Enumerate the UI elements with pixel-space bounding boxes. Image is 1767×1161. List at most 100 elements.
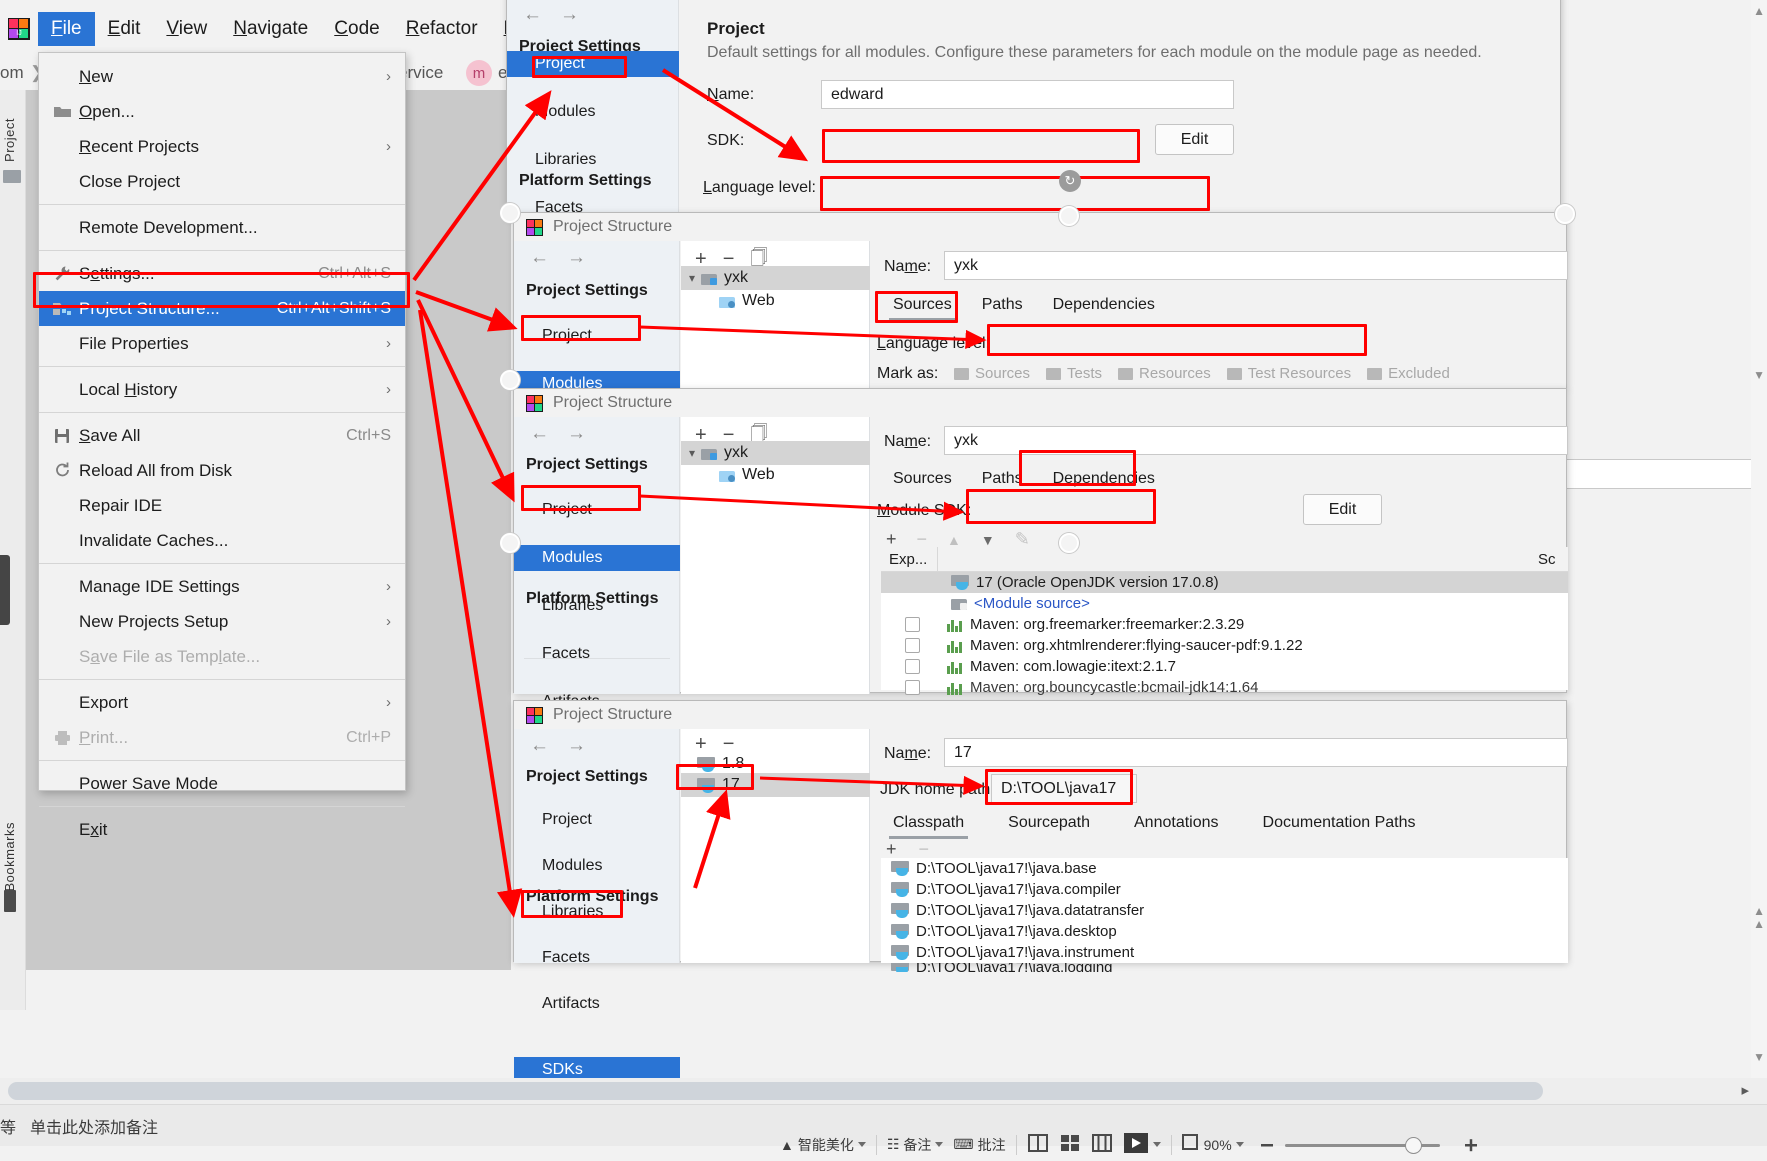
menu-item-reload-all-from-disk[interactable]: Reload All from Disk [39, 453, 405, 488]
menu-item-manage-ide-settings[interactable]: Manage IDE Settings › [39, 569, 405, 604]
menubar-item-refactor[interactable]: Refactor [393, 12, 491, 47]
tree-node-yxk[interactable]: ▾ yxk [681, 441, 870, 465]
sdk-name-input[interactable]: 17 [944, 738, 1568, 767]
menu-item-project-structure[interactable]: Project Structure... Ctrl+Alt+Shift+S [39, 291, 405, 326]
list-item[interactable]: D:\TOOL\java17!\java.desktop [881, 921, 1568, 942]
tab-documentation-paths[interactable]: Documentation Paths [1259, 811, 1420, 839]
resize-handle[interactable] [500, 533, 520, 553]
table-row[interactable]: <Module source> [881, 593, 1568, 614]
menu-item-save-all[interactable]: Save All Ctrl+S [39, 418, 405, 453]
tab-paths[interactable]: Paths [978, 467, 1027, 495]
note-button[interactable]: ☷ 备注 [887, 1135, 944, 1155]
menubar-item-edit[interactable]: Edit [95, 12, 154, 47]
tab-classpath[interactable]: Classpath [889, 811, 969, 839]
forward-arrow-icon[interactable]: → [567, 735, 586, 757]
menu-item-new-projects-setup[interactable]: New Projects Setup › [39, 604, 405, 639]
tab-sources[interactable]: Sources [889, 467, 956, 495]
menu-item-remote-development[interactable]: Remote Development... [39, 210, 405, 245]
table-row[interactable]: Maven: org.xhtmlrenderer:flying-saucer-p… [881, 635, 1568, 656]
sidebar-item-facets[interactable]: Facets [514, 945, 680, 971]
mark-as-sources[interactable]: Sources [954, 365, 1030, 382]
scroll-right-icon[interactable]: ▸ [1741, 1081, 1749, 1099]
list-item[interactable]: D:\TOOL\java17!\java.datatransfer [881, 900, 1568, 921]
resize-handle[interactable] [1555, 204, 1575, 224]
jdk-home-path-input[interactable]: D:\TOOL\java17 [991, 774, 1137, 803]
chevron-down-icon[interactable]: ▾ [689, 271, 695, 285]
menu-item-repair-ide[interactable]: Repair IDE [39, 488, 405, 523]
menu-item-settings[interactable]: Settings... Ctrl+Alt+S [39, 256, 405, 291]
menubar-item-file[interactable]: File [38, 11, 95, 47]
page-double-button[interactable] [1091, 1133, 1113, 1156]
tab-sources[interactable]: Sources [889, 293, 956, 321]
menu-item-open[interactable]: Open... [39, 94, 405, 129]
menubar-item-view[interactable]: View [153, 12, 220, 47]
resize-handle[interactable] [500, 203, 520, 223]
tool-window-bookmarks[interactable]: Bookmarks [2, 822, 17, 952]
menu-item-export[interactable]: Export › [39, 685, 405, 720]
page-grid-button[interactable] [1059, 1133, 1081, 1156]
module-sdk-edit-button[interactable]: Edit [1303, 494, 1382, 525]
dependency-export-checkbox[interactable] [905, 659, 920, 674]
mark-as-tests[interactable]: Tests [1046, 365, 1102, 382]
dependency-export-checkbox[interactable] [905, 617, 920, 632]
scroll-up-icon[interactable]: ▲ [1753, 4, 1765, 18]
horizontal-scrollbar-thumb[interactable] [8, 1082, 1543, 1100]
sidebar-item-facets[interactable]: Facets [514, 641, 680, 667]
sidebar-item-project[interactable]: Project [514, 497, 680, 523]
list-item[interactable]: D:\TOOL\java17!\java.compiler [881, 879, 1568, 900]
mark-as-resources[interactable]: Resources [1118, 365, 1211, 382]
back-arrow-icon[interactable]: ← [530, 423, 549, 445]
resize-handle[interactable] [1059, 533, 1079, 553]
breadcrumb-left[interactable]: om [0, 63, 24, 83]
sdk-tree-item-17[interactable]: 17 [681, 773, 870, 797]
menubar-item-navigate[interactable]: Navigate [220, 12, 321, 47]
dependency-export-checkbox[interactable] [905, 680, 920, 695]
menu-item-file-properties[interactable]: File Properties › [39, 326, 405, 361]
tab-dependencies[interactable]: Dependencies [1049, 293, 1159, 321]
zoom-slider-thumb[interactable] [1405, 1137, 1422, 1154]
play-button[interactable] [1123, 1132, 1161, 1157]
tab-annotations[interactable]: Annotations [1130, 811, 1223, 839]
forward-arrow-icon[interactable]: → [567, 247, 586, 269]
tree-node-yxk[interactable]: ▾ yxk [681, 266, 870, 290]
page-single-button[interactable] [1027, 1133, 1049, 1156]
sidebar-item-project[interactable]: Project [514, 807, 680, 833]
scroll-thumb-left[interactable] [0, 555, 10, 625]
menu-item-close-project[interactable]: Close Project [39, 164, 405, 199]
back-arrow-icon[interactable]: ← [530, 735, 549, 757]
annotate-button[interactable]: ⌨ 批注 [953, 1135, 1005, 1155]
scroll-down-icon[interactable]: ▼ [1753, 1050, 1765, 1064]
tab-paths[interactable]: Paths [978, 293, 1027, 321]
sidebar-item-project[interactable]: Project [507, 51, 679, 77]
sidebar-item-artifacts[interactable]: Artifacts [514, 991, 680, 1017]
menu-item-exit[interactable]: Exit [39, 812, 405, 847]
menubar-item-code[interactable]: Code [321, 12, 392, 47]
tool-window-project[interactable]: Project [2, 118, 17, 214]
list-item[interactable]: D:\TOOL\java17!\java.logging [881, 963, 1568, 972]
zoom-control[interactable]: 90% [1181, 1134, 1244, 1155]
chevron-down-icon[interactable]: ▾ [689, 446, 695, 460]
tree-node-web[interactable]: Web [711, 463, 870, 487]
project-sdk-edit-button[interactable]: Edit [1155, 124, 1234, 155]
tab-dependencies[interactable]: Dependencies [1049, 467, 1159, 495]
menu-item-new[interactable]: New › [39, 59, 405, 94]
zoom-out-button[interactable] [1260, 1138, 1274, 1152]
table-row[interactable]: Maven: com.lowagie:itext:2.1.7 Cor [881, 656, 1568, 677]
table-row[interactable]: Maven: org.bouncycastle:bcmail-jdk14:1.6… [881, 677, 1568, 698]
tree-node-web[interactable]: Web [711, 289, 870, 313]
menu-item-power-save-mode[interactable]: Power Save Mode [39, 766, 405, 801]
forward-arrow-icon[interactable]: → [567, 423, 586, 445]
move-down-icon[interactable]: ▼ [981, 532, 995, 548]
add-classpath-icon[interactable]: + [886, 839, 897, 860]
resize-handle[interactable] [1059, 206, 1079, 226]
resize-handle[interactable] [500, 370, 520, 390]
sidebar-item-modules[interactable]: Modules [507, 99, 679, 125]
back-arrow-icon[interactable]: ← [530, 247, 549, 269]
dependency-export-checkbox[interactable] [905, 638, 920, 653]
table-row[interactable]: Maven: org.freemarker:freemarker:2.3.29 … [881, 614, 1568, 635]
zoom-in-button[interactable] [1464, 1138, 1478, 1152]
beautify-button[interactable]: ▲ 智能美化 [780, 1135, 866, 1155]
mark-as-test-resources[interactable]: Test Resources [1226, 365, 1351, 382]
table-row[interactable]: 17 (Oracle OpenJDK version 17.0.8) [881, 572, 1568, 593]
rotate-handle-icon[interactable]: ↻ [1059, 170, 1081, 192]
